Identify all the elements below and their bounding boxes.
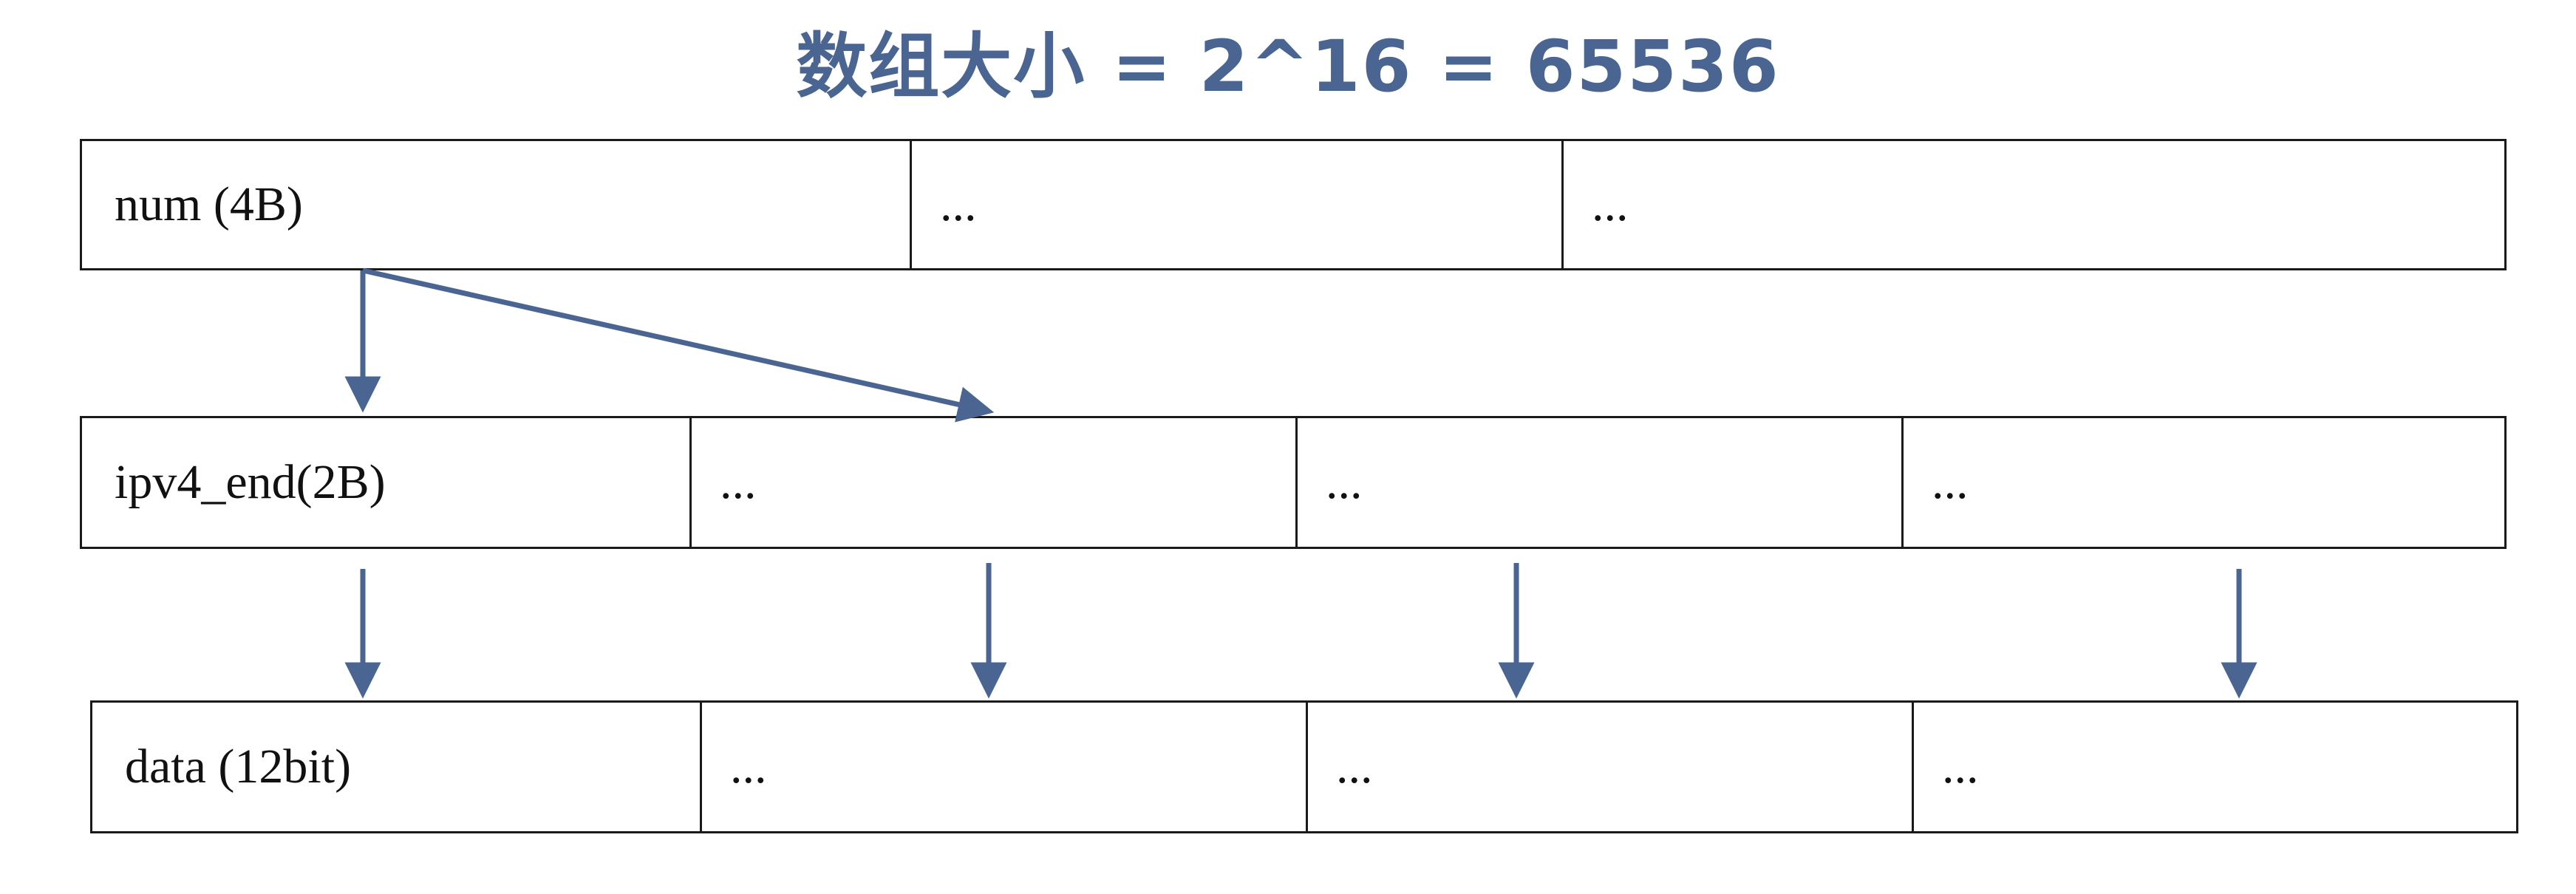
ipv4-end-ellipsis-cell-1: ... <box>689 418 1295 547</box>
ipv4-end-cell: ipv4_end(2B) <box>115 455 386 509</box>
data-ellipsis-cell-3: ... <box>1912 703 2516 831</box>
data-ellipsis-cell-2: ... <box>1306 703 1912 831</box>
num-ellipsis-cell-2: ... <box>1561 141 2504 268</box>
ipv4-end-ellipsis-cell-3: ... <box>1901 418 2504 547</box>
num-array-row: num (4B) ... ... <box>80 139 2507 270</box>
diagram-title: 数组大小 = 2^16 = 65536 <box>796 25 1780 108</box>
ipv4-end-ellipsis-cell-2: ... <box>1295 418 1901 547</box>
num-cell: num (4B) <box>115 177 303 231</box>
data-ellipsis-cell-1: ... <box>700 703 1306 831</box>
ipv4-end-array-row: ipv4_end(2B) ... ... ... <box>80 416 2507 549</box>
arrow-num-to-ipv4-ellipsis <box>362 267 995 423</box>
num-ellipsis-cell-1: ... <box>910 141 1561 268</box>
data-array-row: data (12bit) ... ... ... <box>90 700 2518 833</box>
data-cell: data (12bit) <box>125 740 352 794</box>
